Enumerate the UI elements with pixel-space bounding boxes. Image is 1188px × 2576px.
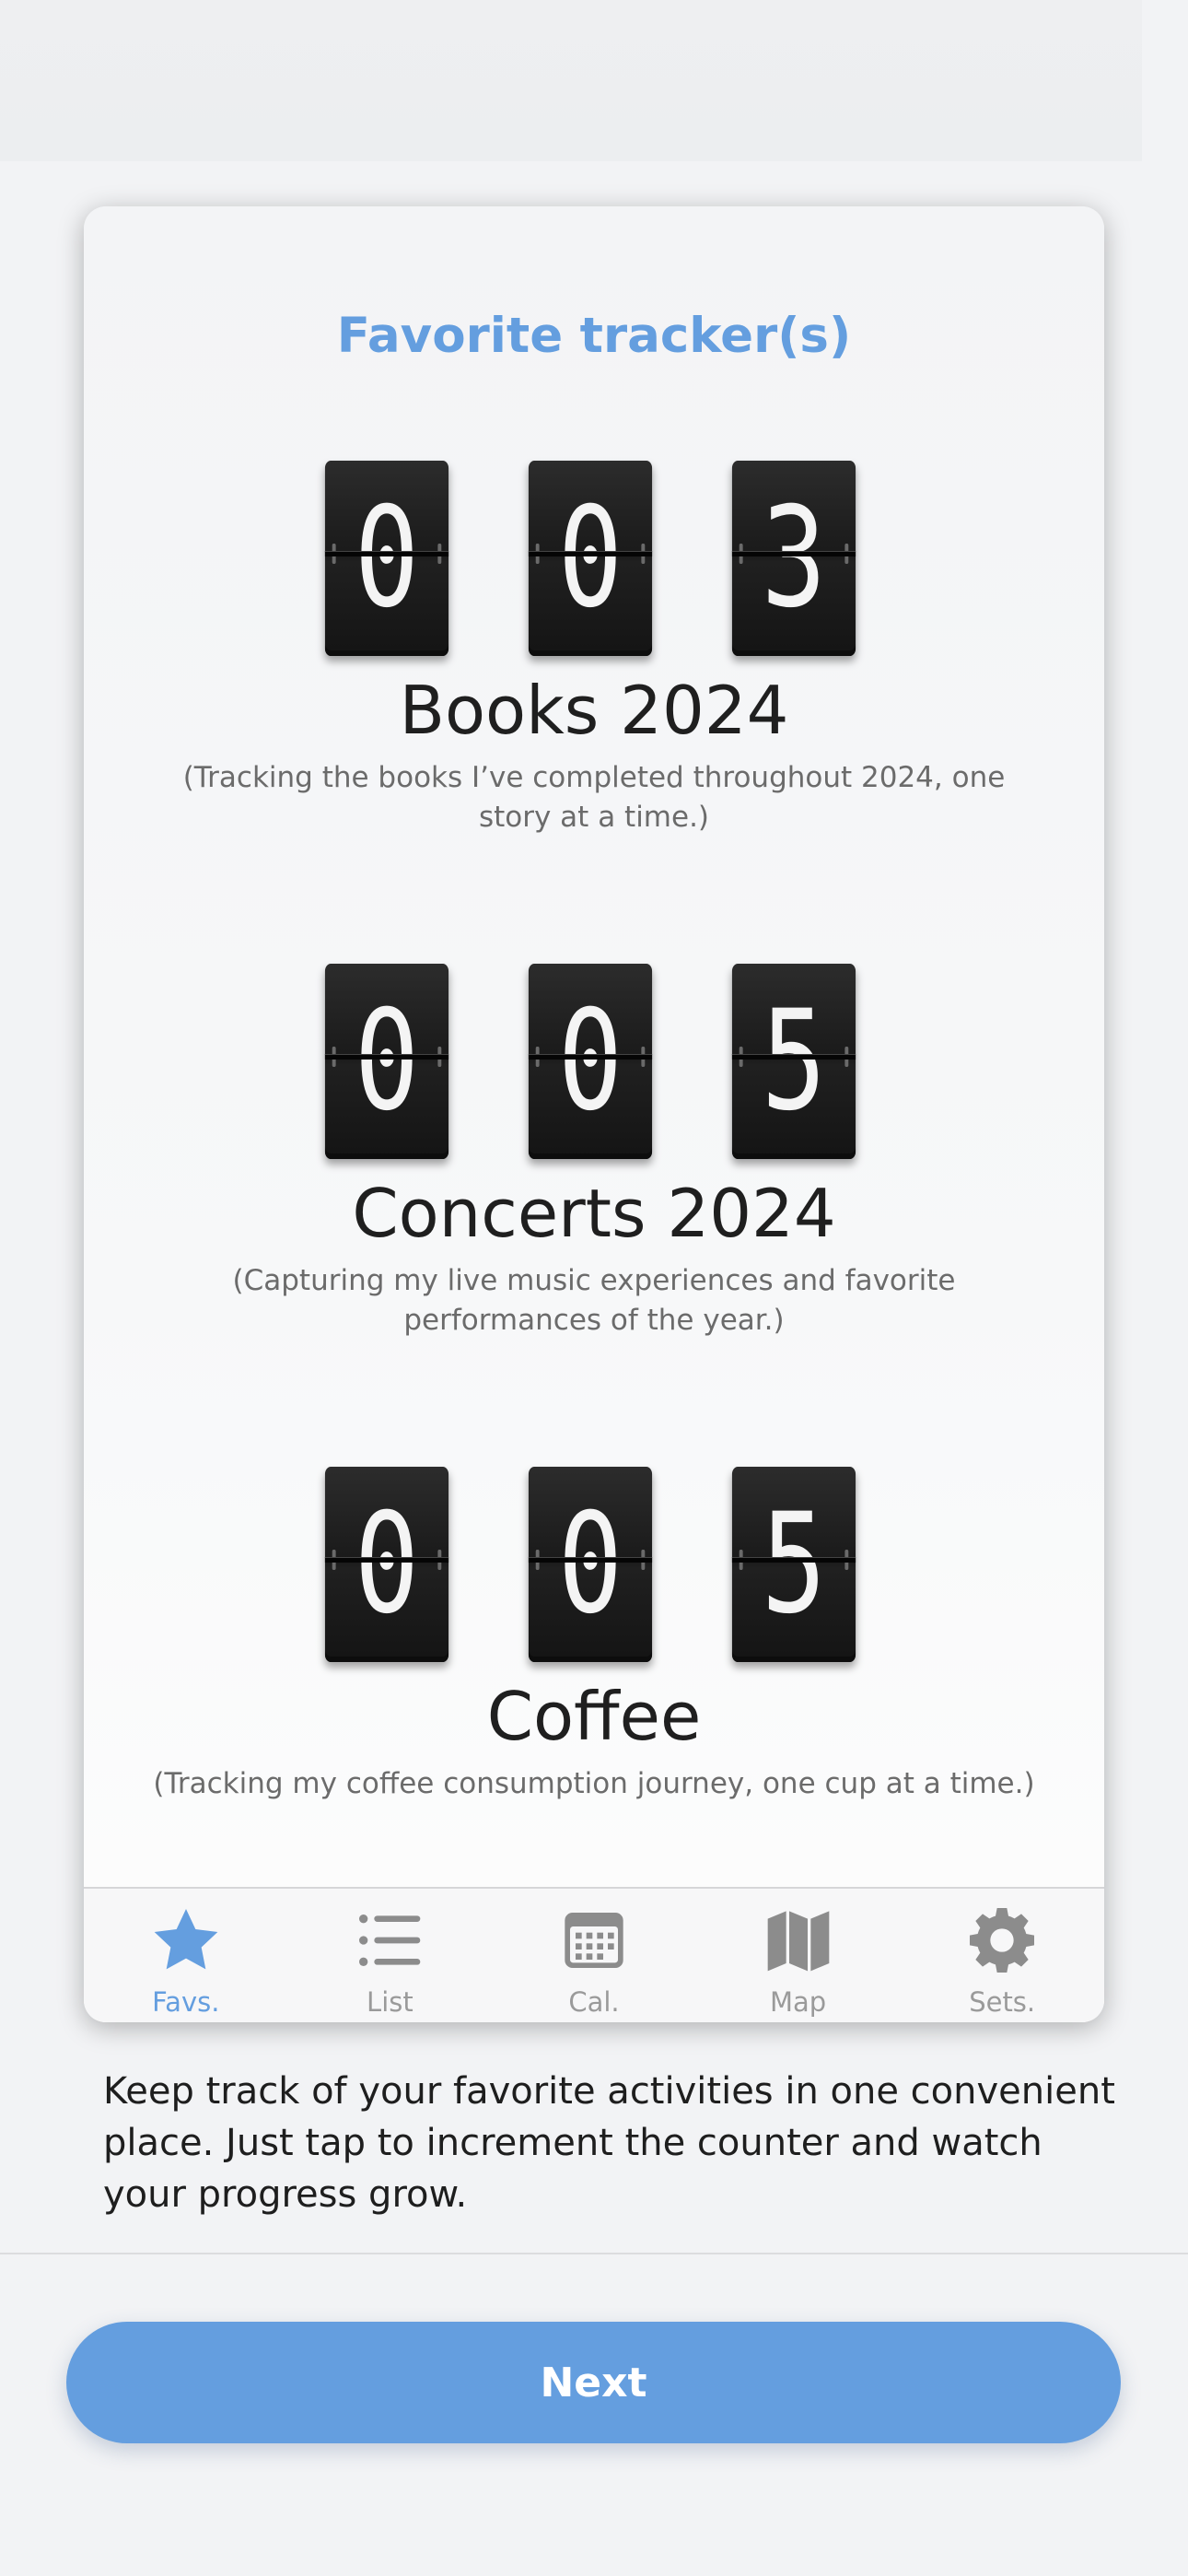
tab-label: Cal. xyxy=(568,1986,620,2018)
tracker-description: (Capturing my live music experiences and… xyxy=(232,1264,956,1337)
tab-label: List xyxy=(367,1986,413,2018)
flip-counter[interactable]: 0 0 5 xyxy=(84,1467,1104,1665)
tab-label: Sets. xyxy=(969,1986,1036,2018)
flip-digit: 0 xyxy=(324,1467,449,1662)
flip-counter[interactable]: 0 0 3 xyxy=(84,461,1104,659)
tracker-name: Coffee xyxy=(486,1678,702,1755)
flip-digit: 0 xyxy=(528,1467,653,1662)
tracker-description: (Tracking the books I’ve completed throu… xyxy=(182,761,1006,834)
tracker-name: Concerts 2024 xyxy=(352,1175,836,1252)
flip-counter[interactable]: 0 0 5 xyxy=(84,964,1104,1162)
flip-digit: 5 xyxy=(731,964,856,1159)
tab-label: Map xyxy=(769,1986,827,2018)
gear-icon xyxy=(970,1908,1035,1973)
tracker-books[interactable]: 0 0 3 Books 2024 (Tracking the books I’v… xyxy=(84,461,1104,837)
list-icon xyxy=(359,1914,421,1966)
calendar-icon xyxy=(565,1913,623,1968)
background-strip xyxy=(0,0,1142,161)
tracker-description: (Tracking my coffee consumption journey,… xyxy=(153,1767,1035,1800)
tab-list[interactable]: List xyxy=(288,1889,493,2022)
tab-bar: Favs. List Cal. Map Sets. xyxy=(84,1887,1104,2022)
flip-digit: 0 xyxy=(324,461,449,656)
page-title: Favorite tracker(s) xyxy=(336,308,852,364)
flip-digit: 0 xyxy=(528,964,653,1159)
next-button[interactable]: Next xyxy=(66,2322,1121,2443)
star-icon xyxy=(154,1909,218,1970)
onboarding-description: Keep track of your favorite activities i… xyxy=(103,2070,1115,2216)
tab-settings[interactable]: Sets. xyxy=(900,1889,1104,2022)
map-icon xyxy=(767,1911,829,1972)
tracker-coffee[interactable]: 0 0 5 Coffee (Tracking my coffee consump… xyxy=(84,1467,1104,1804)
flip-digit: 0 xyxy=(324,964,449,1159)
flip-digit: 5 xyxy=(731,1467,856,1662)
tab-calendar[interactable]: Cal. xyxy=(492,1889,696,2022)
tab-map[interactable]: Map xyxy=(696,1889,901,2022)
tab-label: Favs. xyxy=(152,1986,220,2018)
divider xyxy=(0,2253,1188,2254)
flip-digit: 0 xyxy=(528,461,653,656)
tracker-concerts[interactable]: 0 0 5 Concerts 2024 (Capturing my live m… xyxy=(84,964,1104,1341)
tracker-name: Books 2024 xyxy=(399,672,789,749)
tab-favs[interactable]: Favs. xyxy=(84,1889,288,2022)
app-preview-card: Favorite tracker(s) 0 0 3 Books 2024 (Tr… xyxy=(84,206,1104,2022)
flip-digit: 3 xyxy=(731,461,856,656)
